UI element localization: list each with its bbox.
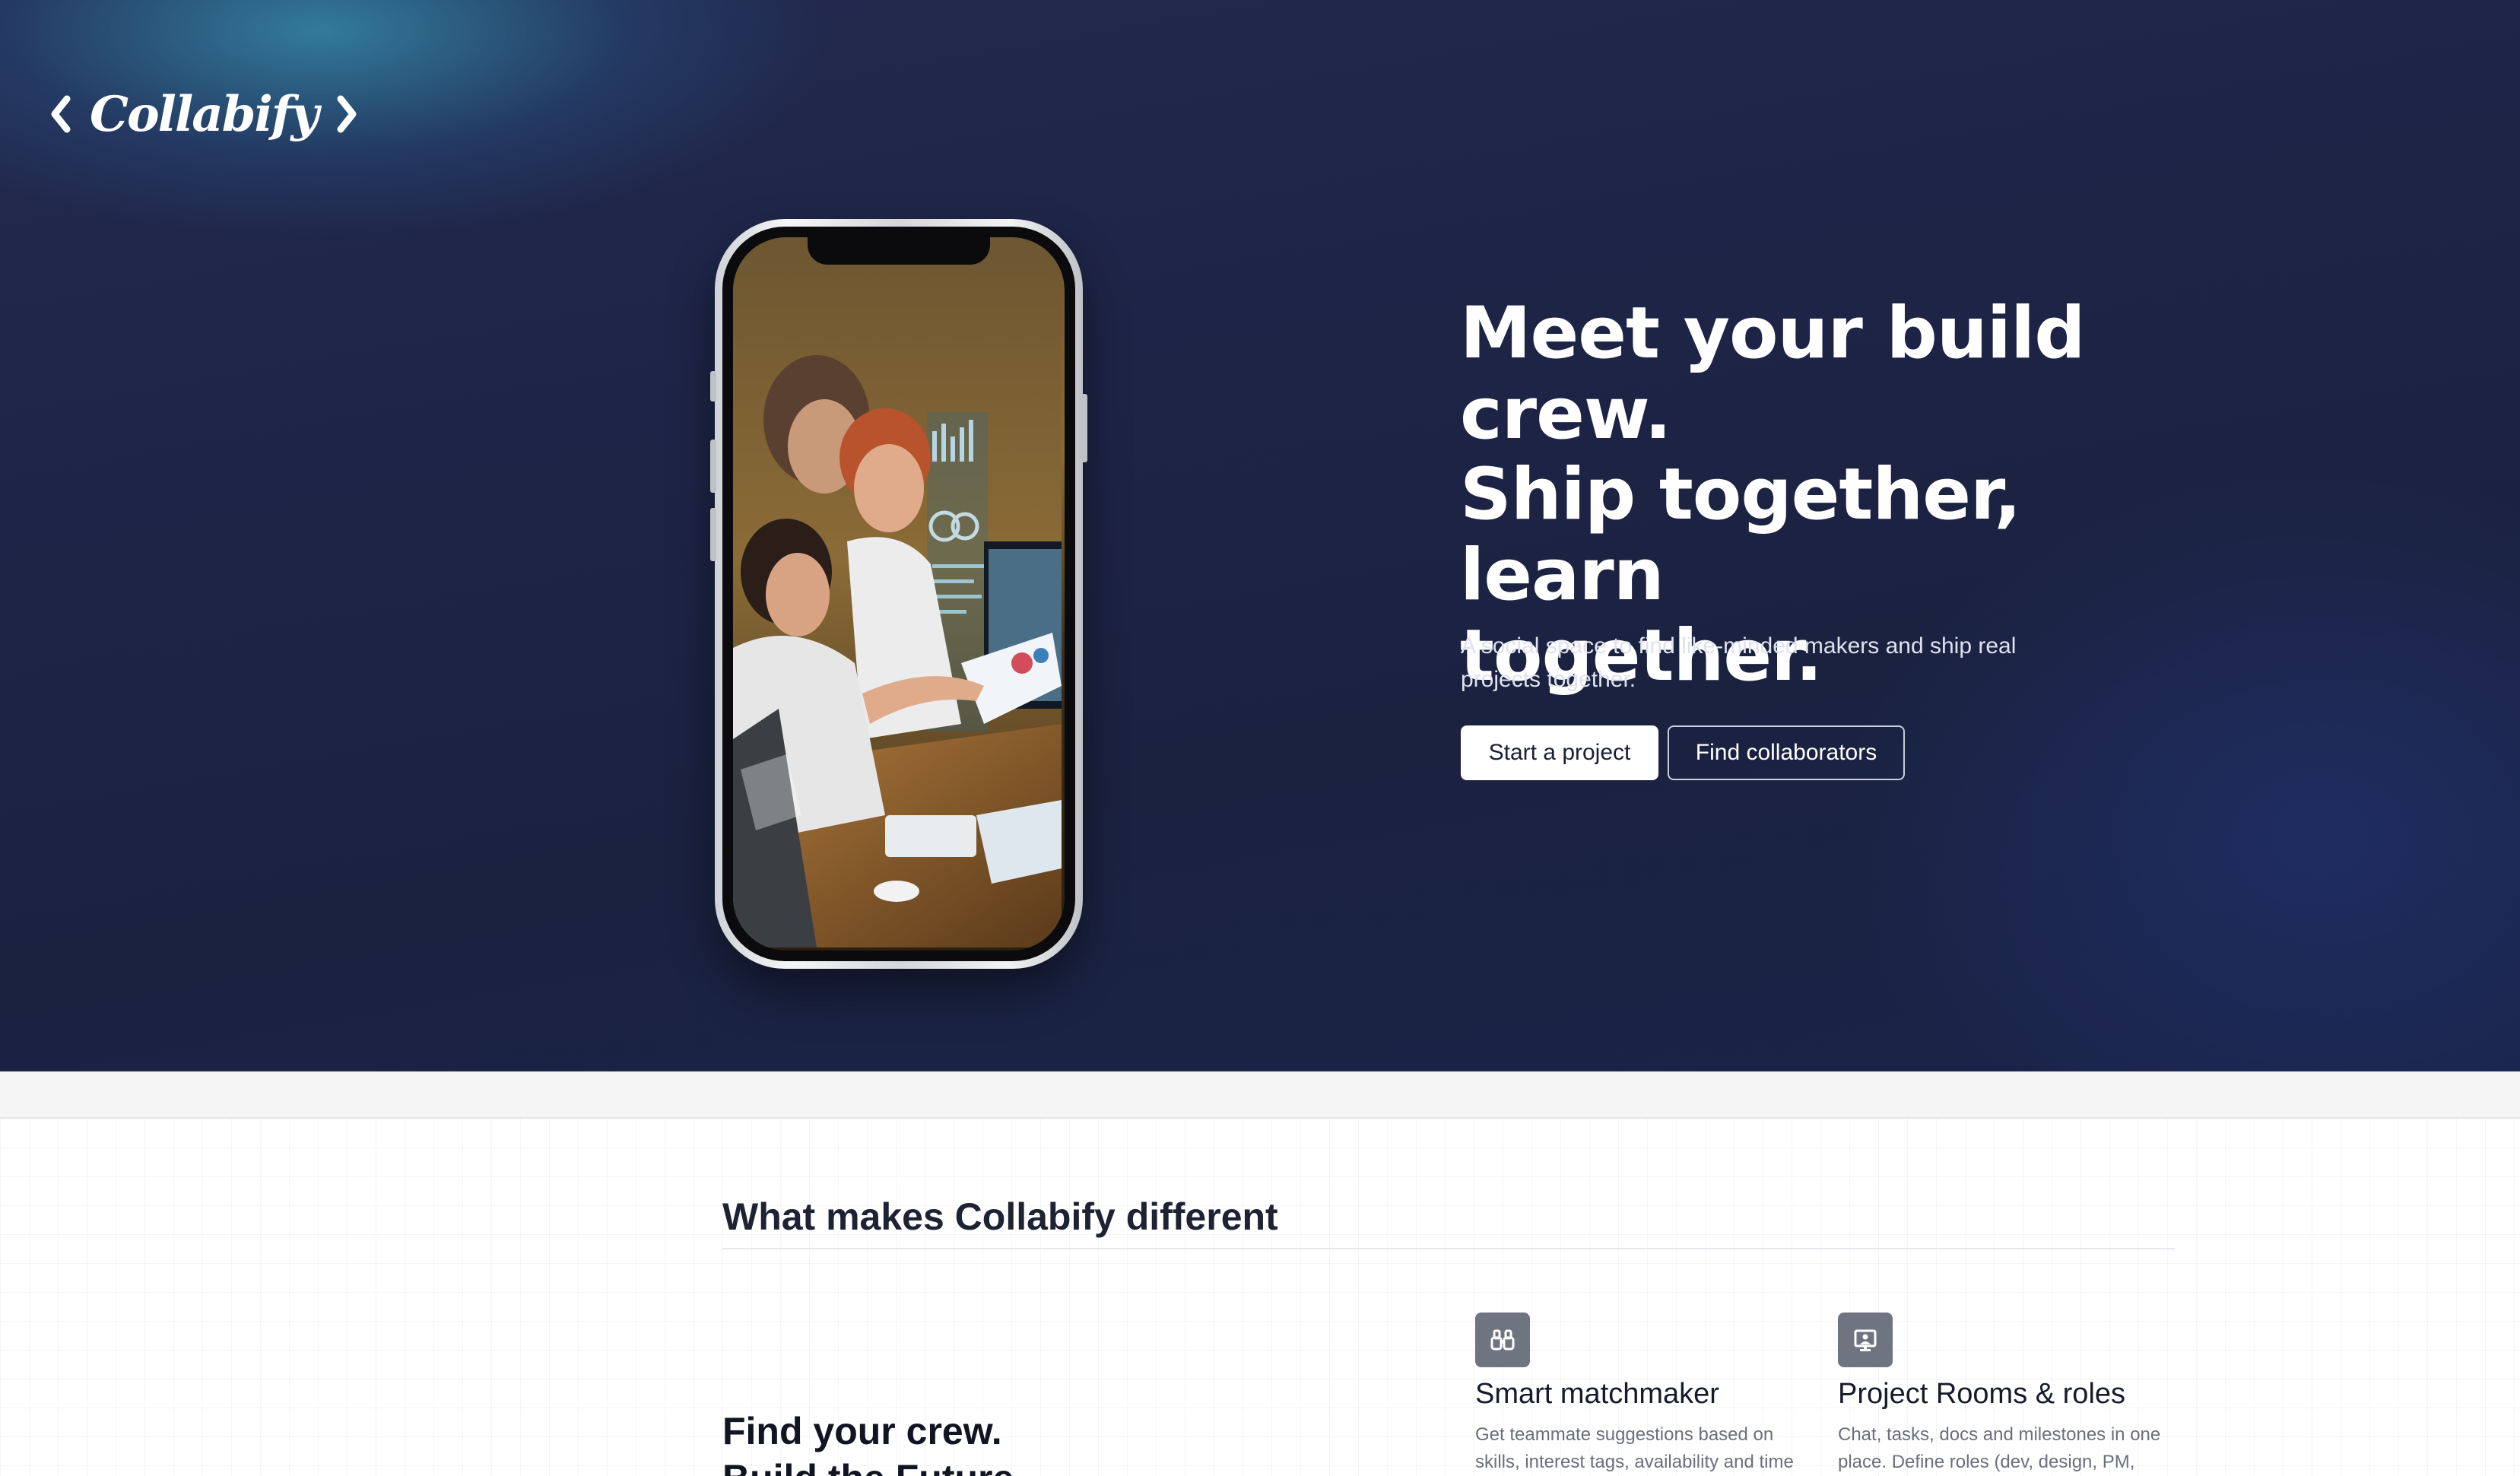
phone-volume-up (710, 440, 716, 493)
brand-name: Collabify (90, 85, 319, 143)
features-section: What makes Collabify different Find your… (0, 1119, 2520, 1476)
feature-description: Get teammate suggestions based on skills… (1475, 1424, 1794, 1472)
feature-card-project-rooms: Project Rooms & roles Chat, tasks, docs … (1838, 1313, 2172, 1476)
feature-card-smart-matchmaker: Smart matchmaker Get teammate suggestion… (1475, 1313, 1810, 1476)
phone-silent-switch (710, 371, 716, 402)
start-project-button[interactable]: Start a project (1461, 725, 1658, 780)
binoculars-icon (1475, 1313, 1530, 1367)
feature-title: Project Rooms & roles (1838, 1378, 2126, 1410)
headline-line-1: Meet your build (1460, 292, 2086, 375)
headline-line-2: crew. (1460, 373, 1671, 455)
crew-title-line-1: Find your crew. (722, 1410, 1002, 1452)
brand-logo[interactable]: Collabify (46, 76, 362, 152)
chevron-left-icon (51, 95, 71, 133)
phone-screen-photo (733, 237, 1065, 951)
hero-section: Collabify Meet your build crew. Ship tog… (0, 0, 2520, 1071)
hero-subtext: A social space to find like-minded maker… (1461, 633, 2017, 692)
crew-title-line-2: Build the Future (722, 1455, 1014, 1476)
phone-volume-down (710, 508, 716, 561)
phone-mockup (710, 219, 1087, 969)
phone-notch (808, 237, 990, 265)
feature-title: Smart matchmaker (1475, 1378, 1719, 1410)
find-collaborators-button[interactable]: Find collaborators (1668, 725, 1905, 780)
feature-description: Chat, tasks, docs and milestones in one … (1838, 1424, 2161, 1472)
phone-bezel (722, 227, 1075, 961)
collaboration-photo (733, 237, 1062, 947)
features-section-title: What makes Collabify different (722, 1195, 2175, 1249)
crew-title: Find your crew. Build the Future (722, 1408, 1014, 1476)
chevron-right-icon (337, 95, 356, 133)
headline-line-3: Ship together, learn (1460, 453, 2021, 617)
phone-power-button (1081, 394, 1087, 462)
section-divider-strip (0, 1071, 2520, 1119)
presentation-icon (1838, 1313, 1893, 1367)
